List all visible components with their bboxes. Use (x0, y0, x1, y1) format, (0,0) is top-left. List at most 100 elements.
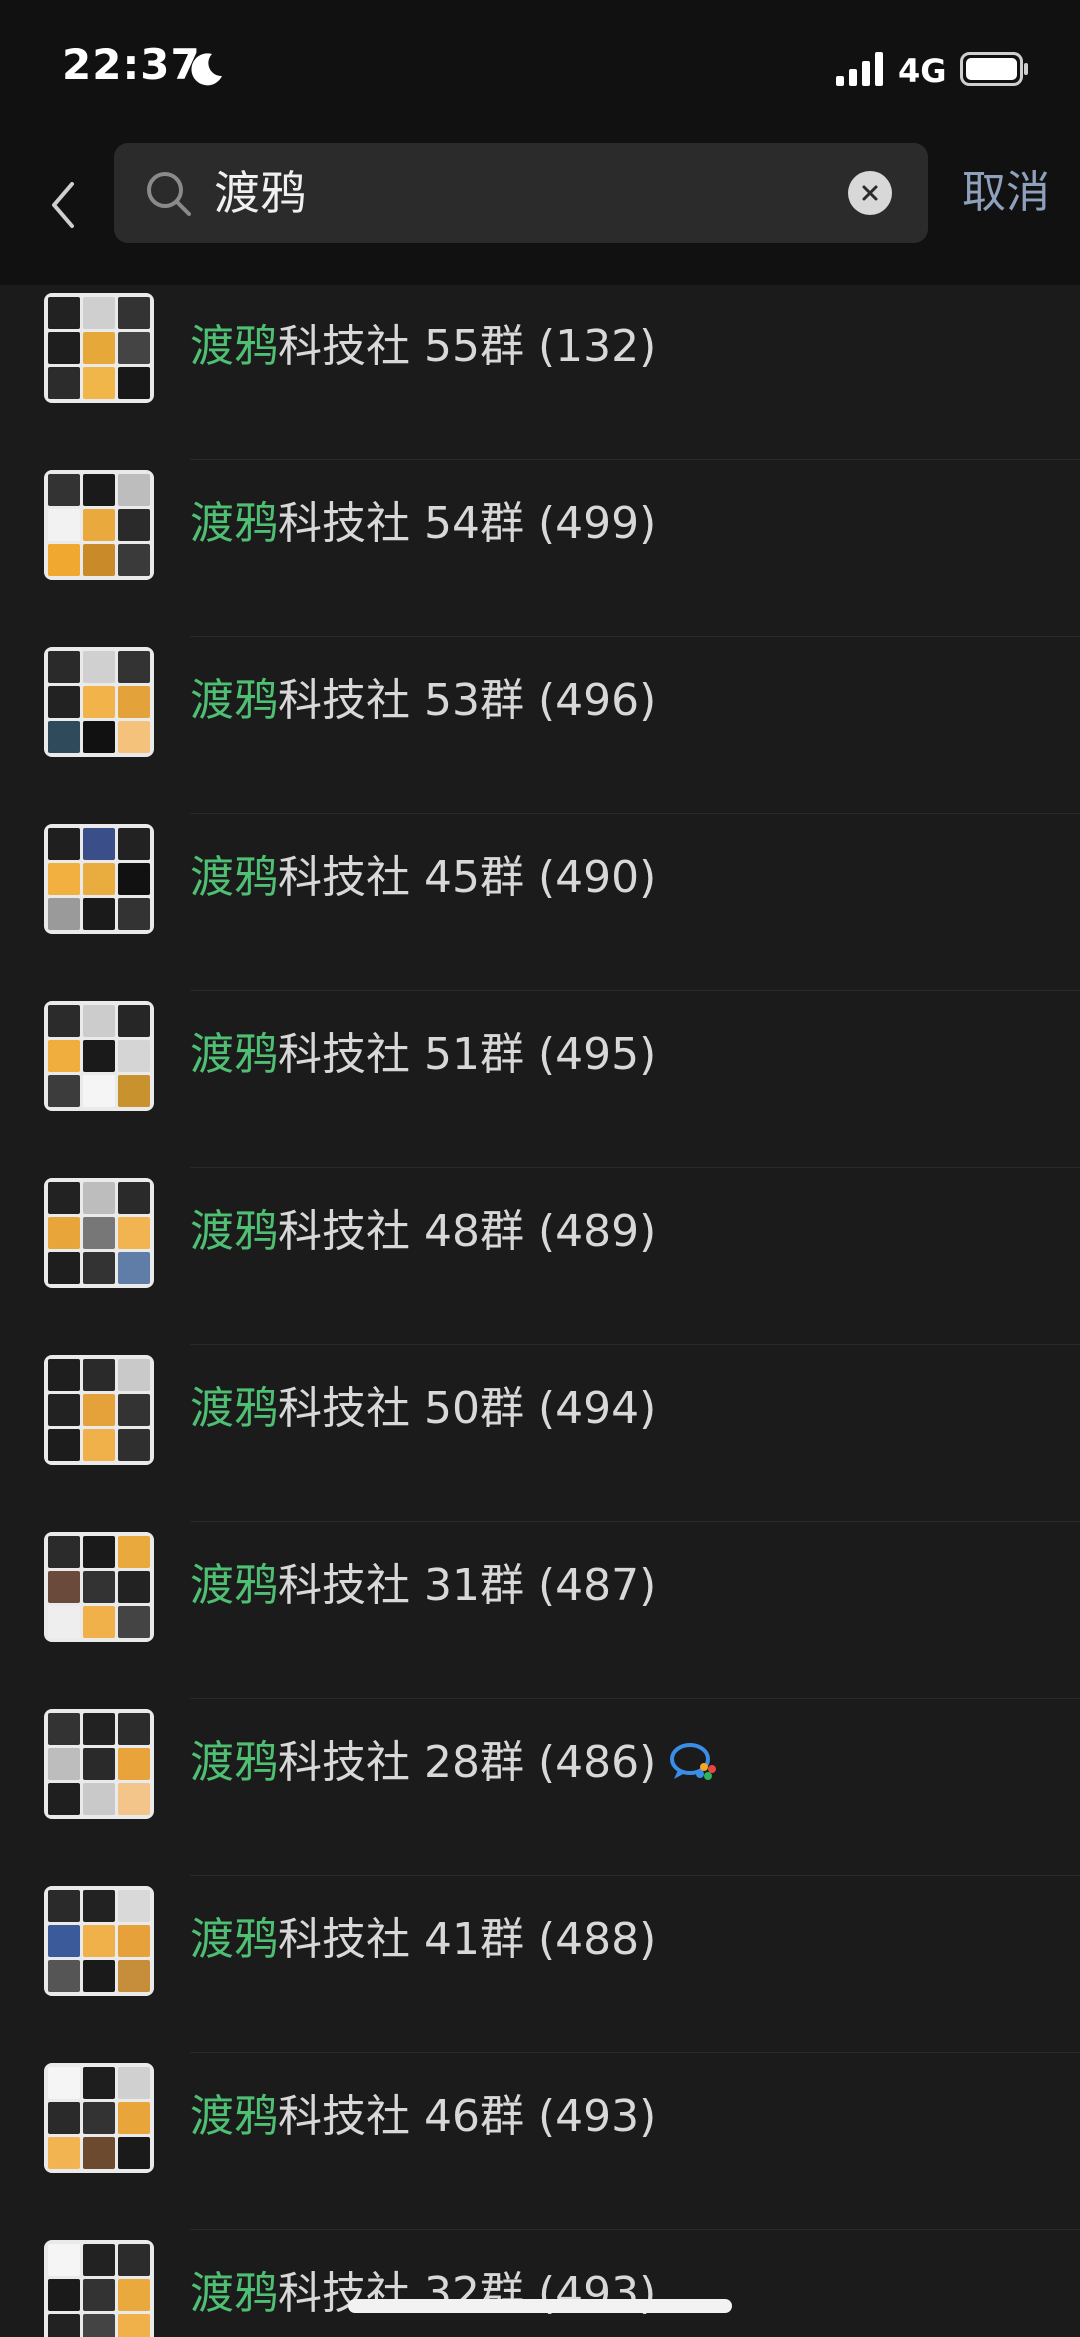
network-label: 4G (898, 52, 947, 90)
avatar-tile (118, 1748, 150, 1780)
avatar-tile (118, 863, 150, 895)
avatar-tile (118, 2279, 150, 2311)
avatar-tile (83, 297, 115, 329)
clear-icon (862, 185, 878, 201)
avatar-tile (48, 474, 80, 506)
avatar-tile (83, 1394, 115, 1426)
group-avatar (44, 470, 154, 580)
avatar-tile (83, 1606, 115, 1638)
avatar-tile (83, 2279, 115, 2311)
avatar-tile (118, 1040, 150, 1072)
avatar-tile (83, 828, 115, 860)
match-highlight: 渡鸦 (190, 2268, 278, 2319)
search-icon (147, 172, 191, 216)
match-highlight: 渡鸦 (190, 1737, 278, 1788)
avatar-tile (83, 1075, 115, 1107)
avatar-tile (118, 367, 150, 399)
group-name-rest: 科技社 45群 (490) (278, 852, 657, 903)
group-name-rest: 科技社 50群 (494) (278, 1383, 657, 1434)
avatar-tile (48, 1783, 80, 1815)
result-row[interactable]: 渡鸦科技社 51群 (495) (0, 991, 1080, 1168)
avatar-tile (48, 1429, 80, 1461)
avatar-tile (118, 1075, 150, 1107)
avatar-tile (48, 1182, 80, 1214)
result-row[interactable]: 渡鸦科技社 50群 (494) (0, 1345, 1080, 1522)
group-name-rest: 科技社 51群 (495) (278, 1029, 657, 1080)
group-name: 渡鸦科技社 48群 (489) (190, 1202, 656, 1262)
group-avatar (44, 1709, 154, 1819)
group-name: 渡鸦科技社 28群 (486) (190, 1733, 720, 1793)
result-row[interactable]: 渡鸦科技社 46群 (493) (0, 2053, 1080, 2230)
avatar-tile (48, 1040, 80, 1072)
avatar-tile (48, 1536, 80, 1568)
avatar-tile (83, 367, 115, 399)
avatar-tile (48, 367, 80, 399)
avatar-tile (48, 2314, 80, 2337)
result-row[interactable]: 渡鸦科技社 53群 (496) (0, 637, 1080, 814)
results-list: 渡鸦科技社 55群 (132) 渡鸦科技社 54群 (499) 渡鸦科技社 53群 … (0, 285, 1080, 2337)
result-row[interactable]: 渡鸦科技社 55群 (132) (0, 285, 1080, 460)
avatar-tile (118, 474, 150, 506)
group-avatar (44, 293, 154, 403)
avatar-tile (118, 2067, 150, 2099)
avatar-tile (48, 2279, 80, 2311)
avatar-tile (118, 1429, 150, 1461)
result-row[interactable]: 渡鸦科技社 45群 (490) (0, 814, 1080, 991)
avatar-tile (118, 828, 150, 860)
avatar-tile (118, 721, 150, 753)
back-button[interactable] (38, 165, 88, 245)
match-highlight: 渡鸦 (190, 1560, 278, 1611)
avatar-tile (118, 1394, 150, 1426)
avatar-tile (118, 1536, 150, 1568)
back-chevron-icon (52, 182, 74, 228)
avatar-tile (118, 1359, 150, 1391)
avatar-tile (83, 544, 115, 576)
result-row[interactable]: 渡鸦科技社 32群 (493) (0, 2230, 1080, 2337)
group-name-rest: 科技社 41群 (488) (278, 1914, 657, 1965)
avatar-tile (118, 1182, 150, 1214)
avatar-tile (118, 1925, 150, 1957)
avatar-tile (83, 651, 115, 683)
avatar-tile (118, 1890, 150, 1922)
avatar-tile (48, 1571, 80, 1603)
status-time: 22:37 (62, 40, 201, 89)
avatar-tile (118, 1571, 150, 1603)
avatar-tile (48, 2137, 80, 2169)
avatar-tile (83, 1890, 115, 1922)
group-avatar (44, 2063, 154, 2173)
result-row[interactable]: 渡鸦科技社 31群 (487) (0, 1522, 1080, 1699)
avatar-tile (83, 1040, 115, 1072)
group-name: 渡鸦科技社 41群 (488) (190, 1910, 656, 1970)
group-name: 渡鸦科技社 46群 (493) (190, 2087, 656, 2147)
home-indicator[interactable] (348, 2299, 732, 2313)
group-name: 渡鸦科技社 32群 (493) (190, 2264, 656, 2324)
avatar-tile (83, 898, 115, 930)
avatar-tile (118, 1005, 150, 1037)
cancel-button[interactable]: 取消 (962, 163, 1050, 223)
avatar-tile (83, 1748, 115, 1780)
avatar-tile (118, 2137, 150, 2169)
avatar-tile (83, 509, 115, 541)
search-query[interactable]: 渡鸦 (214, 163, 306, 223)
avatar-tile (118, 651, 150, 683)
result-row[interactable]: 渡鸦科技社 28群 (486) (0, 1699, 1080, 1876)
search-input[interactable]: 渡鸦 (114, 143, 928, 243)
result-row[interactable]: 渡鸦科技社 41群 (488) (0, 1876, 1080, 2053)
battery-icon (960, 52, 1028, 86)
match-highlight: 渡鸦 (190, 1206, 278, 1257)
result-row[interactable]: 渡鸦科技社 48群 (489) (0, 1168, 1080, 1345)
clear-button[interactable] (848, 171, 892, 215)
group-name: 渡鸦科技社 45群 (490) (190, 848, 656, 908)
avatar-tile (48, 544, 80, 576)
avatar-tile (83, 1005, 115, 1037)
group-name: 渡鸦科技社 51群 (495) (190, 1025, 656, 1085)
moon-icon (191, 53, 222, 86)
avatar-tile (118, 2244, 150, 2276)
group-avatar (44, 2240, 154, 2337)
result-row[interactable]: 渡鸦科技社 54群 (499) (0, 460, 1080, 637)
group-avatar (44, 1886, 154, 1996)
avatar-tile (83, 2314, 115, 2337)
group-avatar (44, 647, 154, 757)
avatar-tile (118, 1606, 150, 1638)
avatar-tile (48, 1005, 80, 1037)
